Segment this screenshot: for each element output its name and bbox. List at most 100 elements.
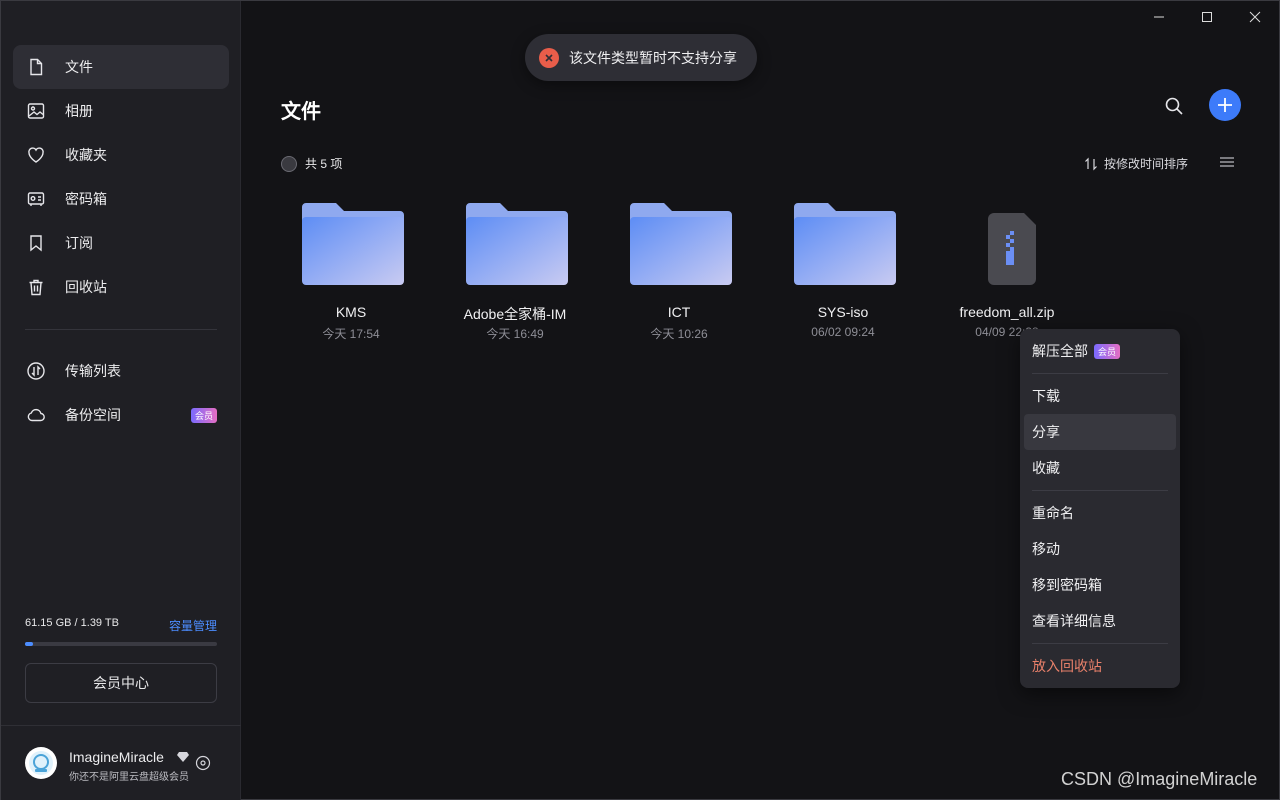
menu-item-move[interactable]: 移动 [1024, 531, 1176, 567]
sidebar-item-label: 传输列表 [65, 363, 121, 379]
sidebar-footer-divider [1, 725, 241, 726]
safe-icon [25, 188, 47, 210]
menu-separator [1032, 373, 1168, 374]
search-icon [1165, 97, 1183, 115]
menu-separator [1032, 490, 1168, 491]
file-icon [25, 56, 47, 78]
storage-usage-text: 61.15 GB / 1.39 TB [25, 617, 119, 629]
watermark: CSDN @ImagineMiracle [1061, 769, 1258, 789]
view-toggle-button[interactable] [1219, 155, 1235, 174]
error-icon [539, 47, 559, 68]
menu-item-favorite[interactable]: 收藏 [1024, 450, 1176, 486]
avatar-image-icon [29, 751, 53, 775]
sidebar: 文件 相册 收藏夹 密码箱 订阅 回收站 传输列表 备份空间 会员 61.15 … [1, 1, 241, 800]
sort-label: 按修改时间排序 [1104, 157, 1189, 171]
sidebar-item-label: 密码箱 [65, 191, 107, 207]
menu-item-move-to-safe[interactable]: 移到密码箱 [1024, 567, 1176, 603]
file-name: freedom_all.zip [959, 304, 1055, 320]
add-button[interactable] [1209, 89, 1241, 121]
sidebar-item-favorites[interactable]: 收藏夹 [13, 133, 229, 177]
minimize-icon [1154, 16, 1164, 18]
sort-icon [1085, 157, 1097, 170]
trash-icon [25, 276, 47, 298]
sidebar-item-files[interactable]: 文件 [13, 45, 229, 89]
vip-badge: 会员 [190, 407, 217, 423]
page-title: 文件 [281, 101, 321, 123]
list-view-icon [1220, 157, 1234, 167]
title-bar [1, 1, 1279, 33]
search-button[interactable] [1163, 95, 1185, 117]
plus-icon [1218, 98, 1232, 112]
menu-item-move-to-trash[interactable]: 放入回收站 [1024, 648, 1176, 684]
sidebar-item-safe[interactable]: 密码箱 [13, 177, 229, 221]
sidebar-item-label: 订阅 [65, 235, 93, 251]
file-time: 今天 17:54 [322, 327, 380, 341]
folder-icon [630, 203, 732, 285]
vip-badge: 会员 [1094, 343, 1121, 359]
maximize-button[interactable] [1183, 1, 1231, 33]
storage-manage-link[interactable]: 容量管理 [169, 617, 217, 634]
menu-item-details[interactable]: 查看详细信息 [1024, 603, 1176, 639]
heart-icon [25, 144, 47, 166]
file-name: KMS [335, 304, 367, 320]
item-count: 共 5 项 [305, 157, 343, 171]
zip-file-icon [988, 213, 1036, 285]
file-name: Adobe全家桶-IM [463, 306, 567, 322]
file-item[interactable]: KMS 今天 17:54 [276, 191, 440, 341]
folder-icon [302, 203, 404, 285]
menu-item-share[interactable]: 分享 [1024, 414, 1176, 450]
file-item-selected[interactable]: freedom_all.zip 04/09 22:38 [932, 191, 1096, 341]
sidebar-item-label: 收藏夹 [65, 147, 107, 163]
sidebar-item-trash[interactable]: 回收站 [13, 265, 229, 309]
sidebar-item-backup[interactable]: 备份空间 会员 [13, 393, 229, 437]
secondary-nav: 传输列表 备份空间 会员 [13, 349, 229, 437]
sidebar-item-label: 回收站 [65, 279, 107, 295]
sidebar-item-transfers[interactable]: 传输列表 [13, 349, 229, 393]
bookmark-icon [25, 232, 47, 254]
menu-separator [1032, 643, 1168, 644]
sort-button[interactable]: 按修改时间排序 [1084, 155, 1188, 172]
menu-item-label: 解压全部 [1032, 343, 1088, 359]
vip-center-button[interactable]: 会员中心 [25, 663, 217, 703]
file-item[interactable]: SYS-iso 06/02 09:24 [768, 191, 932, 341]
file-name: ICT [667, 304, 691, 320]
context-menu: 解压全部 会员 下载 分享 收藏 重命名 移动 移到密码箱 查看详细信息 放入回… [1020, 329, 1180, 688]
folder-icon [794, 203, 896, 285]
primary-nav: 文件 相册 收藏夹 密码箱 订阅 回收站 [13, 45, 229, 309]
menu-item-rename[interactable]: 重命名 [1024, 495, 1176, 531]
storage-progress-fill [25, 642, 34, 646]
file-time: 今天 10:26 [650, 327, 708, 341]
settings-gear-icon[interactable] [195, 755, 211, 776]
app-window: 文件 相册 收藏夹 密码箱 订阅 回收站 传输列表 备份空间 会员 61.15 … [0, 0, 1280, 800]
user-name: ImagineMiracle [69, 749, 164, 765]
file-item[interactable]: ICT 今天 10:26 [604, 191, 768, 341]
sidebar-item-label: 文件 [65, 59, 93, 75]
sidebar-divider [25, 329, 217, 330]
file-item[interactable]: Adobe全家桶-IM 今天 16:49 [440, 191, 604, 341]
transfer-icon [25, 360, 47, 382]
photo-icon [25, 100, 47, 122]
user-membership-text: 你还不是阿里云盘超级会员 [69, 772, 189, 783]
cloud-icon [25, 404, 47, 426]
menu-item-download[interactable]: 下载 [1024, 378, 1176, 414]
avatar[interactable] [25, 747, 57, 779]
file-grid: KMS 今天 17:54 Adobe全家桶-IM 今天 16:49 ICT 今天… [276, 191, 1096, 341]
close-icon [1249, 11, 1261, 23]
menu-item-extract-all[interactable]: 解压全部 会员 [1024, 333, 1176, 369]
storage-progress-bar [25, 642, 217, 646]
storage-info: 61.15 GB / 1.39 TB 容量管理 [25, 617, 217, 646]
sidebar-item-label: 备份空间 [65, 407, 121, 423]
diamond-icon [177, 749, 189, 767]
select-all-checkbox[interactable] [281, 155, 297, 172]
close-button[interactable] [1231, 1, 1279, 33]
error-toast: 该文件类型暂时不支持分享 [525, 34, 757, 81]
minimize-button[interactable] [1135, 1, 1183, 33]
sidebar-item-subscriptions[interactable]: 订阅 [13, 221, 229, 265]
sidebar-item-photos[interactable]: 相册 [13, 89, 229, 133]
file-time: 今天 16:49 [486, 327, 544, 341]
file-name: SYS-iso [817, 304, 869, 320]
user-profile[interactable]: ImagineMiracle 你还不是阿里云盘超级会员 [25, 747, 225, 783]
sidebar-item-label: 相册 [65, 103, 93, 119]
file-time: 06/02 09:24 [811, 325, 875, 339]
toast-message: 该文件类型暂时不支持分享 [569, 49, 737, 66]
